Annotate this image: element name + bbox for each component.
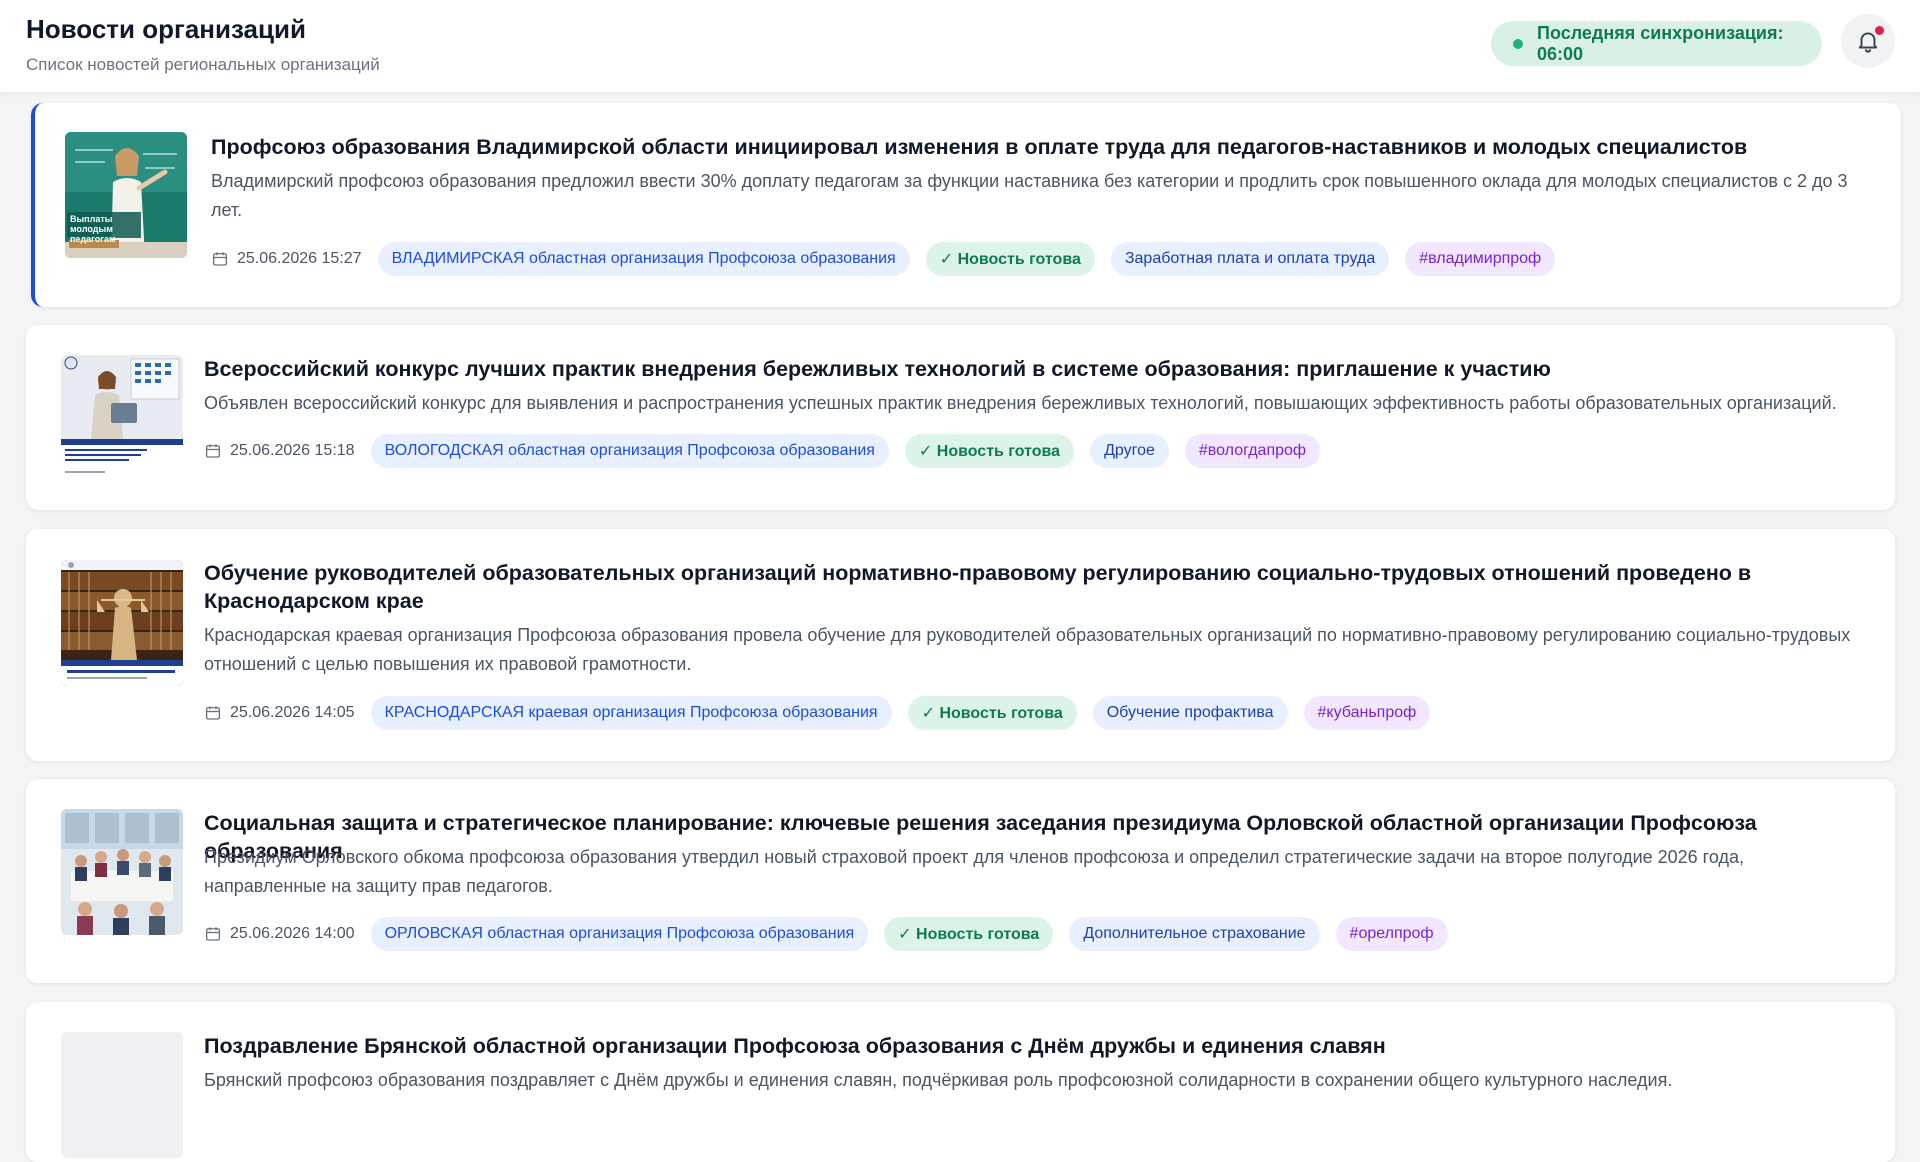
calendar-icon	[204, 925, 222, 943]
news-meta: 25.06.2026 15:27 ВЛАДИМИРСКАЯ областная …	[211, 241, 1571, 277]
hashtag-tag[interactable]: #кубаньпроф	[1303, 696, 1431, 730]
organization-tag[interactable]: ОРЛОВСКАЯ областная организация Профсоюз…	[370, 917, 869, 951]
news-card[interactable]: Поздравление Брянской областной организа…	[26, 1002, 1895, 1162]
status-badge: ✓ Новость готова	[907, 696, 1077, 730]
news-thumbnail: Выплаты молодым педагогам	[65, 132, 187, 258]
news-card[interactable]: Обучение руководителей образовательных о…	[26, 529, 1895, 761]
organization-tag[interactable]: ВЛАДИМИРСКАЯ областная организация Профс…	[377, 242, 910, 276]
news-title[interactable]: Поздравление Брянской областной организа…	[204, 1032, 1864, 1060]
status-badge: ✓ Новость готова	[904, 434, 1075, 468]
news-description: Владимирский профсоюз образования предло…	[211, 171, 1848, 220]
news-meta: 25.06.2026 14:05 КРАСНОДАРСКАЯ краевая о…	[204, 695, 1446, 731]
news-description: Объявлен всероссийский конкурс для выявл…	[204, 393, 1837, 413]
news-meta: 25.06.2026 14:00 ОРЛОВСКАЯ областная орг…	[204, 916, 1464, 952]
category-tag[interactable]: Заработная плата и оплата труда	[1110, 242, 1390, 276]
calendar-icon	[204, 704, 222, 722]
sync-status-dot	[1513, 38, 1523, 49]
hashtag-tag[interactable]: #орелпроф	[1335, 917, 1448, 951]
news-date: 25.06.2026 14:05	[204, 704, 355, 722]
page-header: Новости организаций Список новостей реги…	[0, 0, 1920, 92]
hashtag-tag[interactable]: #вологдапроф	[1184, 434, 1321, 468]
news-thumbnail	[61, 355, 183, 481]
notifications-button[interactable]	[1841, 14, 1895, 68]
sync-status-label: Последняя синхронизация: 06:00	[1537, 22, 1784, 64]
news-card[interactable]: Выплаты молодым педагогам Профсоюз образ…	[31, 103, 1901, 307]
page-subtitle: Список новостей региональных организаций	[26, 55, 380, 74]
news-thumbnail	[61, 809, 183, 935]
news-thumbnail	[61, 560, 183, 686]
news-card[interactable]: Социальная защита и стратегическое плани…	[26, 779, 1895, 983]
news-date-text: 25.06.2026 14:05	[230, 704, 355, 721]
organization-tag[interactable]: ВОЛОГОДСКАЯ областная организация Профсо…	[370, 434, 889, 468]
category-tag[interactable]: Дополнительное страхование	[1069, 917, 1320, 951]
page-title: Новости организаций	[26, 14, 306, 44]
organization-tag[interactable]: КРАСНОДАРСКАЯ краевая организация Профсо…	[370, 696, 892, 730]
news-description: Президиум Орловского обкома профсоюза об…	[204, 847, 1744, 896]
news-title[interactable]: Обучение руководителей образовательных о…	[204, 559, 1864, 615]
calendar-icon	[211, 250, 229, 268]
news-description: Брянский профсоюз образования поздравляе…	[204, 1070, 1673, 1090]
status-badge: ✓ Новость готова	[884, 917, 1054, 951]
category-tag[interactable]: Другое	[1090, 434, 1169, 468]
news-title[interactable]: Всероссийский конкурс лучших практик вне…	[204, 355, 1864, 383]
news-date-text: 25.06.2026 15:27	[237, 250, 362, 267]
news-date: 25.06.2026 15:27	[211, 250, 362, 268]
news-description: Краснодарская краевая организация Профсо…	[204, 625, 1851, 674]
news-meta: 25.06.2026 15:18 ВОЛОГОДСКАЯ областная о…	[204, 433, 1336, 469]
sync-status-badge: Последняя синхронизация: 06:00	[1491, 21, 1822, 66]
thumbnail-caption: Выплаты молодым педагогам	[70, 214, 116, 244]
category-tag[interactable]: Обучение профактива	[1092, 696, 1288, 730]
news-date-text: 25.06.2026 14:00	[230, 925, 355, 942]
news-card[interactable]: Всероссийский конкурс лучших практик вне…	[26, 325, 1895, 510]
news-date: 25.06.2026 14:00	[204, 925, 355, 943]
news-date-text: 25.06.2026 15:18	[230, 442, 355, 459]
news-thumbnail-placeholder	[61, 1032, 183, 1158]
news-date: 25.06.2026 15:18	[204, 442, 355, 460]
calendar-icon	[204, 442, 222, 460]
news-title[interactable]: Профсоюз образования Владимирской област…	[211, 133, 1871, 161]
status-badge: ✓ Новость готова	[925, 242, 1095, 276]
notification-dot	[1875, 26, 1884, 35]
hashtag-tag[interactable]: #владимирпроф	[1405, 242, 1556, 276]
